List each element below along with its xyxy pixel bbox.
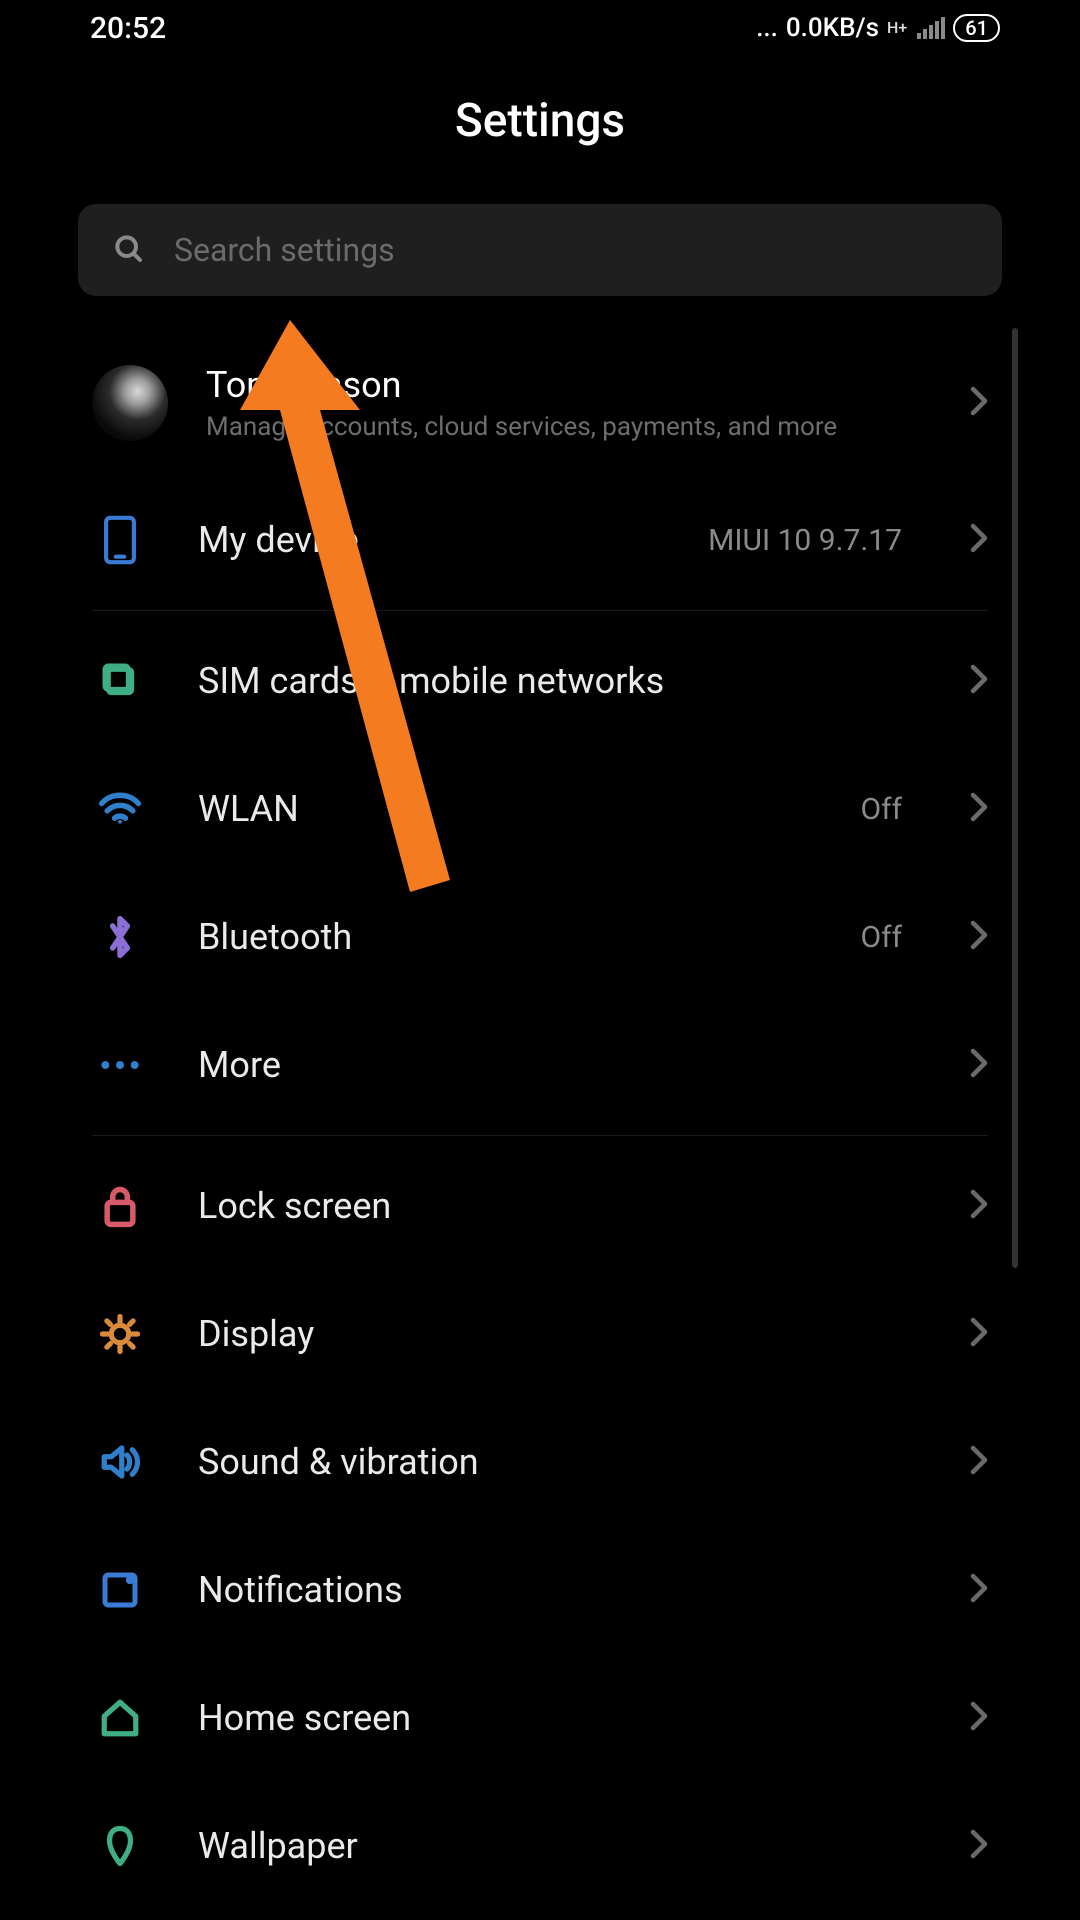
row-label: Notifications xyxy=(198,1569,920,1611)
chevron-right-icon xyxy=(970,523,988,557)
wifi-icon xyxy=(92,792,148,826)
chevron-right-icon xyxy=(970,1048,988,1082)
chevron-right-icon xyxy=(970,664,988,698)
battery-icon: 61 xyxy=(953,14,1000,42)
chevron-right-icon xyxy=(970,1317,988,1351)
status-bar: 20:52 ... 0.0KB/s H+ 61 xyxy=(60,0,1020,56)
row-label: My device xyxy=(198,519,658,561)
row-label: Home screen xyxy=(198,1697,920,1739)
row-label: Bluetooth xyxy=(198,916,811,958)
row-my-device[interactable]: My device MIUI 10 9.7.17 xyxy=(60,476,1020,604)
chevron-right-icon xyxy=(970,386,988,420)
row-sim[interactable]: SIM cards & mobile networks xyxy=(60,617,1020,745)
status-net-speed: 0.0KB/s xyxy=(786,13,879,43)
notifications-icon xyxy=(92,1570,148,1610)
phone-icon xyxy=(92,515,148,565)
search-placeholder: Search settings xyxy=(174,231,395,269)
home-icon xyxy=(92,1698,148,1738)
row-label: Lock screen xyxy=(198,1185,920,1227)
bluetooth-icon xyxy=(92,915,148,959)
sound-icon xyxy=(92,1443,148,1481)
divider xyxy=(92,610,988,611)
settings-list[interactable]: TomHenson Manage accounts, cloud service… xyxy=(60,316,1020,1920)
more-icon xyxy=(92,1059,148,1071)
display-icon xyxy=(92,1313,148,1355)
row-notifications[interactable]: Notifications xyxy=(60,1526,1020,1654)
row-more[interactable]: More xyxy=(60,1001,1020,1129)
signal-icon xyxy=(917,17,945,39)
account-name: TomHenson xyxy=(206,364,932,406)
chevron-right-icon xyxy=(970,1445,988,1479)
lock-icon xyxy=(92,1184,148,1228)
row-home[interactable]: Home screen xyxy=(60,1654,1020,1782)
row-wallpaper[interactable]: Wallpaper xyxy=(60,1782,1020,1910)
status-net-type: H+ xyxy=(887,20,907,36)
status-right: ... 0.0KB/s H+ 61 xyxy=(756,13,1000,43)
search-icon xyxy=(112,232,144,268)
divider xyxy=(92,1135,988,1136)
chevron-right-icon xyxy=(970,1573,988,1607)
chevron-right-icon xyxy=(970,920,988,954)
chevron-right-icon xyxy=(970,792,988,826)
chevron-right-icon xyxy=(970,1829,988,1863)
status-time: 20:52 xyxy=(90,11,166,46)
row-value: Off xyxy=(861,792,903,827)
row-label: WLAN xyxy=(198,788,811,830)
row-label: More xyxy=(198,1044,920,1086)
avatar xyxy=(92,365,168,441)
account-row[interactable]: TomHenson Manage accounts, cloud service… xyxy=(60,316,1020,476)
chevron-right-icon xyxy=(970,1189,988,1223)
sim-icon xyxy=(92,661,148,701)
status-dots: ... xyxy=(756,13,778,43)
row-label: Sound & vibration xyxy=(198,1441,920,1483)
page-title: Settings xyxy=(60,94,1020,148)
battery-level: 61 xyxy=(965,16,988,40)
search-input[interactable]: Search settings xyxy=(78,204,1002,296)
row-bluetooth[interactable]: Bluetooth Off xyxy=(60,873,1020,1001)
row-display[interactable]: Display xyxy=(60,1270,1020,1398)
row-label: SIM cards & mobile networks xyxy=(198,660,920,702)
account-subtitle: Manage accounts, cloud services, payment… xyxy=(206,412,932,442)
row-sound[interactable]: Sound & vibration xyxy=(60,1398,1020,1526)
row-wlan[interactable]: WLAN Off xyxy=(60,745,1020,873)
row-label: Wallpaper xyxy=(198,1825,920,1867)
row-value: MIUI 10 9.7.17 xyxy=(708,523,902,558)
row-label: Display xyxy=(198,1313,920,1355)
wallpaper-icon xyxy=(92,1825,148,1867)
row-lock-screen[interactable]: Lock screen xyxy=(60,1142,1020,1270)
row-value: Off xyxy=(861,920,903,955)
chevron-right-icon xyxy=(970,1701,988,1735)
scroll-indicator xyxy=(1012,328,1018,1268)
